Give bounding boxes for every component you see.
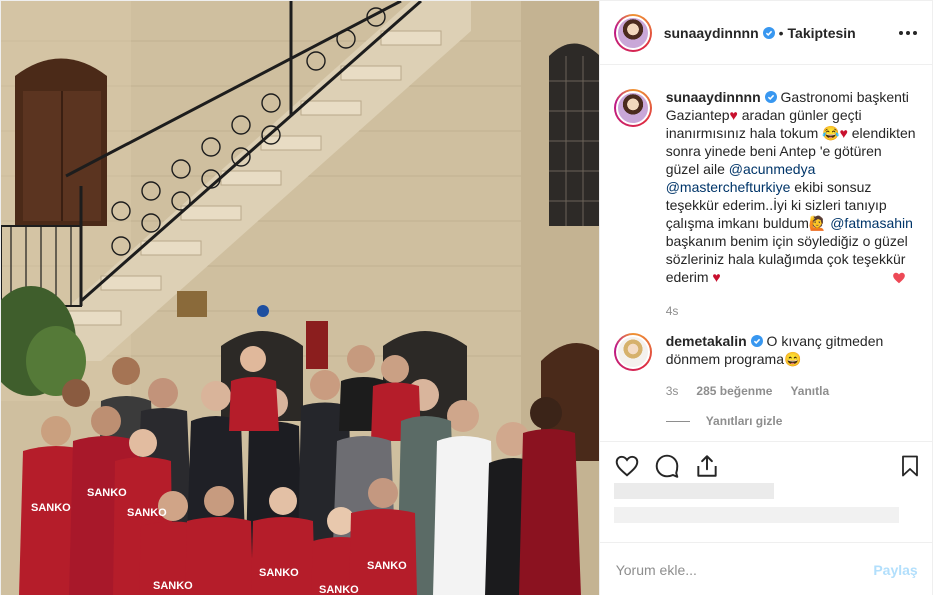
- comment-username[interactable]: demetakalin: [666, 333, 747, 349]
- comment-meta: 3s 285 beğenme Yanıtla: [666, 382, 918, 400]
- caption: sunaaydinnnn Gastronomi başkenti Gaziant…: [613, 88, 918, 320]
- hide-replies-label: Yanıtları gizle: [705, 414, 783, 428]
- jersey-text: SANKO: [319, 584, 359, 595]
- jersey-text: SANKO: [153, 580, 193, 592]
- instagram-post: SANKO SANKO SANKO SANKO SANKO SANKO SANK…: [0, 0, 933, 595]
- author-avatar[interactable]: [613, 13, 652, 52]
- author-username[interactable]: sunaaydinnnn: [664, 25, 759, 41]
- comments-section: sunaaydinnnn Gastronomi başkenti Gaziant…: [600, 66, 933, 441]
- comment-time[interactable]: 3s: [666, 382, 679, 400]
- heart-emoji: ♥: [729, 107, 738, 123]
- caption-username[interactable]: sunaaydinnnn: [666, 89, 761, 105]
- post-details-panel: sunaaydinnnn • Takiptesin sunaaydinnnn G…: [598, 1, 933, 595]
- bookmark-icon[interactable]: [898, 454, 922, 478]
- woman-emoji: 🙋: [808, 215, 827, 231]
- verified-badge-icon: [762, 26, 775, 39]
- reply-button[interactable]: Yanıtla: [790, 382, 829, 400]
- more-options-icon[interactable]: [898, 23, 918, 43]
- mention-link[interactable]: @fatmasahin: [830, 215, 913, 231]
- jersey-text: SANKO: [367, 560, 407, 572]
- jersey-text: SANKO: [87, 487, 127, 499]
- follow-status-button[interactable]: Takiptesin: [788, 25, 856, 41]
- jersey-text: SANKO: [31, 502, 71, 514]
- comment-likes[interactable]: 285 beğenme: [696, 382, 772, 400]
- verified-badge-icon: [764, 91, 777, 103]
- group-photo-illustration: SANKO SANKO SANKO SANKO SANKO SANKO SANK…: [1, 1, 599, 595]
- heart-icon[interactable]: [614, 453, 640, 479]
- caption-body: sunaaydinnnn Gastronomi başkenti Gaziant…: [666, 88, 918, 320]
- post-photo[interactable]: SANKO SANKO SANKO SANKO SANKO SANKO SANK…: [1, 1, 599, 595]
- jersey-text: SANKO: [259, 567, 299, 579]
- heart-emoji: ♥: [839, 125, 848, 141]
- post-header: sunaaydinnnn • Takiptesin: [599, 1, 933, 65]
- post-comment-button[interactable]: Paylaş: [873, 562, 917, 578]
- comment-input[interactable]: [615, 561, 874, 578]
- grin-emoji: 😂: [822, 125, 840, 141]
- share-icon[interactable]: [694, 453, 720, 479]
- comment-icon[interactable]: [654, 453, 680, 479]
- verified-badge-icon: [750, 335, 763, 347]
- hide-replies-button[interactable]: Yanıtları gizle: [665, 414, 918, 428]
- mention-link[interactable]: @masterchefturkiye: [666, 179, 791, 195]
- add-comment-bar: Paylaş: [599, 542, 933, 595]
- header-separator: •: [778, 24, 784, 41]
- likes-summary-redacted: [613, 479, 914, 531]
- caption-time[interactable]: 4s: [666, 302, 918, 320]
- caption-avatar[interactable]: [613, 89, 652, 127]
- comment-like-heart-icon[interactable]: [892, 271, 906, 285]
- smile-emoji: 😄: [784, 351, 802, 367]
- commenter-avatar[interactable]: [613, 333, 652, 371]
- heart-emoji: ♥: [712, 269, 721, 285]
- comment-item: demetakalin O kıvanç gitmeden dönmem pro…: [613, 332, 918, 400]
- jersey-text: SANKO: [127, 507, 167, 519]
- comment-body: demetakalin O kıvanç gitmeden dönmem pro…: [666, 332, 918, 400]
- caption-text: başkanım benim için söylediğiz o güzel s…: [665, 233, 908, 285]
- mention-link[interactable]: @acunmedya: [729, 161, 816, 177]
- replies-divider: [665, 420, 690, 422]
